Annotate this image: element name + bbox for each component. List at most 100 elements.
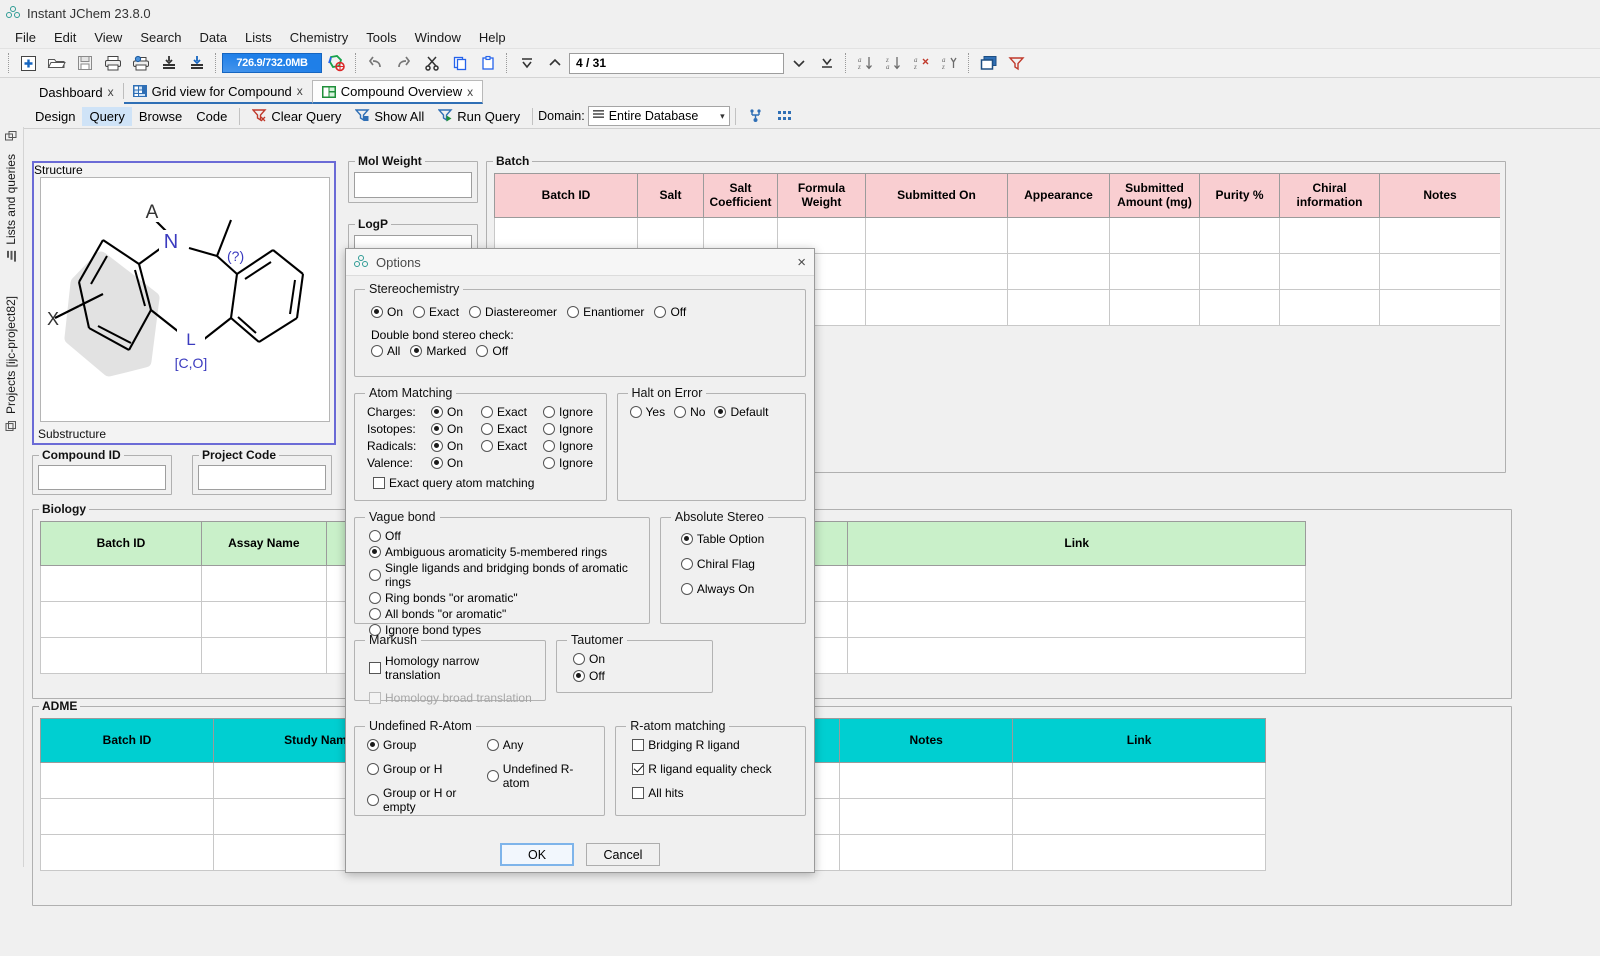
cell[interactable] — [847, 601, 1306, 638]
cell[interactable] — [839, 798, 1014, 835]
first-record-icon[interactable] — [513, 50, 540, 76]
cell[interactable] — [1279, 253, 1380, 290]
radicals-ignore[interactable]: Ignore — [543, 439, 593, 453]
close-icon[interactable]: x — [467, 85, 473, 99]
cell[interactable] — [1007, 289, 1110, 326]
previous-record-icon[interactable] — [541, 50, 568, 76]
cell[interactable] — [1012, 798, 1266, 835]
menu-search[interactable]: Search — [131, 28, 190, 47]
cell[interactable] — [200, 637, 327, 674]
cell[interactable] — [1379, 217, 1500, 254]
memory-gauge[interactable]: 726.9/732.0MB — [222, 53, 322, 73]
tautomer-off[interactable]: Off — [573, 669, 704, 683]
biology-col-link[interactable]: Link — [847, 521, 1306, 566]
charges-ignore[interactable]: Ignore — [543, 405, 593, 419]
sort-az-icon[interactable]: az — [852, 50, 879, 76]
vague-bond-single-ligands[interactable]: Single ligands and bridging bonds of aro… — [369, 561, 641, 589]
adme-col-batch-id[interactable]: Batch ID — [40, 718, 215, 763]
adme-col-link[interactable]: Link — [1012, 718, 1266, 763]
structure-search-icon[interactable] — [323, 50, 350, 76]
domain-select[interactable]: Entire Database ▾ — [587, 106, 730, 126]
copy-icon[interactable] — [446, 50, 473, 76]
cell[interactable] — [40, 798, 215, 835]
cell[interactable] — [200, 601, 327, 638]
menu-data[interactable]: Data — [191, 28, 236, 47]
cell[interactable] — [847, 637, 1306, 674]
vague-bond-off[interactable]: Off — [369, 529, 641, 543]
structure-tools-icon[interactable] — [741, 107, 770, 125]
absolute-stereo-always-on[interactable]: Always On — [680, 582, 797, 596]
cell[interactable] — [40, 637, 202, 674]
menu-edit[interactable]: Edit — [45, 28, 85, 47]
cell[interactable] — [865, 217, 1008, 254]
double-bond-option-off[interactable]: Off — [476, 344, 508, 358]
homology-narrow-translation-checkbox[interactable]: Homology narrow translation — [369, 654, 537, 682]
cell[interactable] — [839, 834, 1014, 871]
all-hits-checkbox[interactable]: All hits — [632, 786, 797, 800]
vague-bond-ambiguous-aromaticity[interactable]: Ambiguous aromaticity 5-membered rings — [369, 545, 641, 559]
stereo-option-exact[interactable]: Exact — [413, 305, 459, 319]
menu-help[interactable]: Help — [470, 28, 515, 47]
structure-canvas[interactable]: N A (?) X L [C,O] — [40, 177, 330, 422]
cell[interactable] — [1007, 217, 1110, 254]
halt-option-no[interactable]: No — [674, 405, 705, 419]
show-all-button[interactable]: Show All — [348, 106, 431, 127]
grid-layout-icon[interactable] — [770, 107, 799, 125]
print-preview-icon[interactable] — [127, 50, 154, 76]
adme-col-notes[interactable]: Notes — [839, 718, 1014, 763]
options-dialog[interactable]: Options × Stereochemistry On Exact Diast… — [345, 248, 815, 873]
close-icon[interactable]: x — [108, 85, 114, 99]
biology-col-assay-name[interactable]: Assay Name — [200, 521, 327, 566]
cell[interactable] — [1007, 253, 1110, 290]
isotopes-ignore[interactable]: Ignore — [543, 422, 593, 436]
sort-custom-icon[interactable]: az — [936, 50, 963, 76]
menu-file[interactable]: File — [6, 28, 45, 47]
exact-query-atom-matching-checkbox[interactable]: Exact query atom matching — [373, 476, 534, 490]
batch-col-salt[interactable]: Salt — [637, 173, 704, 218]
record-position-field[interactable]: 4 / 31 — [569, 52, 784, 74]
export-icon[interactable] — [183, 50, 210, 76]
open-icon[interactable] — [43, 50, 70, 76]
absolute-stereo-chiral-flag[interactable]: Chiral Flag — [680, 557, 797, 571]
radicals-on[interactable]: On — [431, 439, 481, 453]
ok-button[interactable]: OK — [500, 843, 574, 866]
menu-chemistry[interactable]: Chemistry — [281, 28, 358, 47]
bridging-r-ligand-checkbox[interactable]: Bridging R ligand — [632, 738, 797, 752]
filter-icon[interactable] — [1003, 50, 1030, 76]
tab-grid-view-for-compound[interactable]: Grid view for Compound x — [123, 80, 312, 104]
batch-col-purity[interactable]: Purity % — [1199, 173, 1280, 218]
absolute-stereo-table-option[interactable]: Table Option — [680, 532, 797, 546]
cell[interactable] — [865, 289, 1008, 326]
mode-design[interactable]: Design — [28, 107, 82, 126]
print-icon[interactable] — [99, 50, 126, 76]
radicals-exact[interactable]: Exact — [481, 439, 543, 453]
project-code-input[interactable] — [198, 465, 326, 490]
cell[interactable] — [1109, 289, 1200, 326]
cell[interactable] — [40, 762, 215, 799]
new-icon[interactable] — [15, 50, 42, 76]
dock-tab-lists-and-queries[interactable]: Lists and queries — [0, 150, 22, 266]
vague-bond-all-bonds[interactable]: All bonds "or aromatic" — [369, 607, 641, 621]
vague-bond-ring-bonds[interactable]: Ring bonds "or aromatic" — [369, 591, 641, 605]
undefined-r-undefined-r-atom[interactable]: Undefined R-atom — [486, 762, 597, 790]
halt-option-yes[interactable]: Yes — [629, 405, 665, 419]
last-record-icon[interactable] — [813, 50, 840, 76]
cell[interactable] — [200, 565, 327, 602]
biology-col-batch-id[interactable]: Batch ID — [40, 521, 202, 566]
cell[interactable] — [1109, 217, 1200, 254]
menu-tools[interactable]: Tools — [357, 28, 405, 47]
clear-query-button[interactable]: Clear Query — [245, 106, 348, 127]
menu-lists[interactable]: Lists — [236, 28, 281, 47]
run-query-button[interactable]: Run Query — [431, 106, 527, 127]
halt-option-default[interactable]: Default — [714, 405, 768, 419]
detach-window-icon[interactable] — [975, 50, 1002, 76]
cell[interactable] — [1379, 289, 1500, 326]
cell[interactable] — [1012, 762, 1266, 799]
cell[interactable] — [847, 565, 1306, 602]
charges-exact[interactable]: Exact — [481, 405, 543, 419]
structure-editor[interactable]: Structure N A (?) X L [C,O] Substructure — [32, 161, 336, 445]
cell[interactable] — [1199, 253, 1280, 290]
cell[interactable] — [40, 565, 202, 602]
mode-query[interactable]: Query — [82, 106, 132, 126]
tab-compound-overview[interactable]: Compound Overview x — [311, 80, 484, 104]
